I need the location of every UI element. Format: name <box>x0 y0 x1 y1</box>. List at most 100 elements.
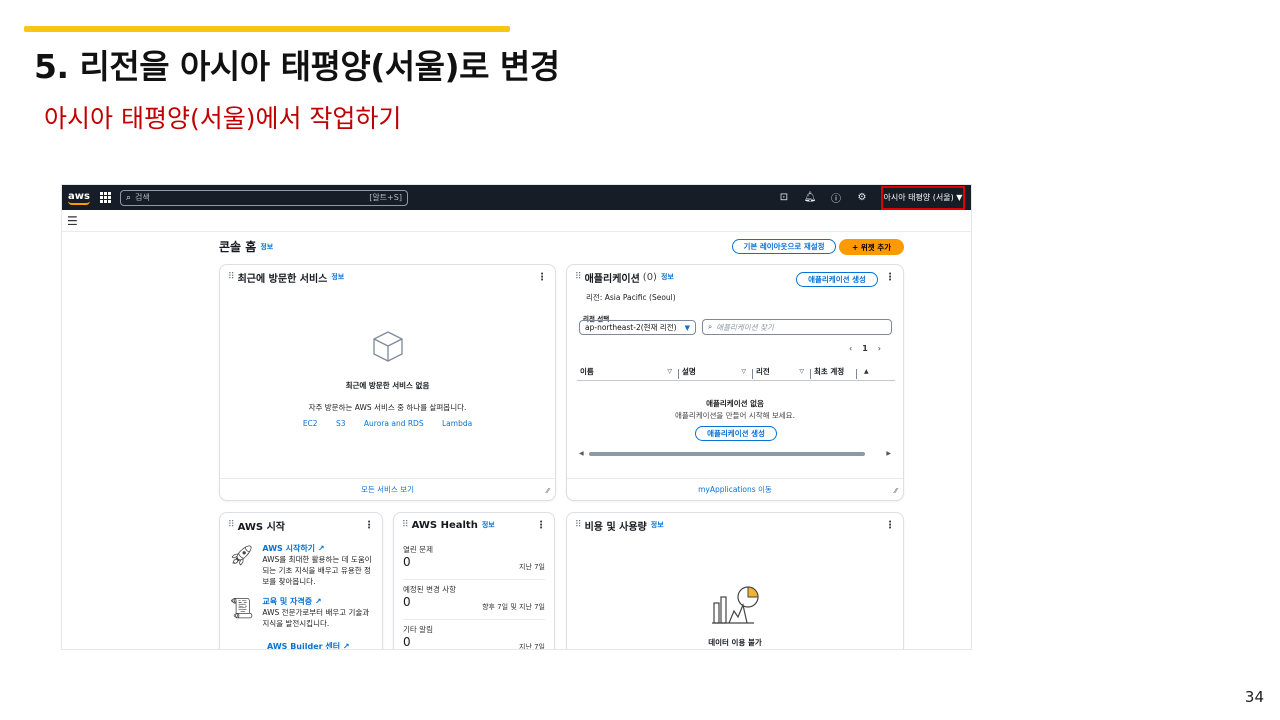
column-description-label: 설명 <box>682 367 696 376</box>
builder-icon: ▬ <box>229 641 259 649</box>
services-grid-icon[interactable] <box>99 191 112 204</box>
sort-icon: ▲ <box>864 368 869 375</box>
empty-create-application-button[interactable]: 애플리케이션 생성 <box>695 426 777 441</box>
card-footer: 모든 서비스 보기 <box>220 478 555 500</box>
card-title: 최근에 방문한 서비스 <box>237 273 328 285</box>
scroll-left-icon[interactable]: ◀ <box>579 450 584 457</box>
search-input[interactable]: ⌕ 검색 [알트+S] <box>119 189 408 206</box>
create-application-button[interactable]: 애플리케이션 생성 <box>796 272 878 287</box>
console-subbar: ☰ <box>62 210 971 232</box>
search-placeholder: 검색 <box>135 193 150 202</box>
resize-handle-icon[interactable]: ⁄⁄ <box>895 487 897 495</box>
card-header: ⠿ AWS 시작 ⋮ <box>220 513 382 537</box>
rocket-icon: 🚀︎ <box>229 543 255 567</box>
info-link[interactable]: 정보 <box>651 520 664 530</box>
health-row-label: 예정된 변경 사항 <box>403 585 457 594</box>
more-options-icon[interactable]: ⋮ <box>536 520 546 531</box>
search-shortcut-hint: [알트+S] <box>369 193 402 202</box>
nav-right-group: ⊡ 🔔︎ ⓘ ⚙ 아시아 태평양 (서울) ▼ <box>771 185 965 210</box>
column-name[interactable]: 이름 ▽ <box>577 366 679 379</box>
region-select-value: ap-northeast-2(현재 리전) <box>585 323 677 332</box>
apps-empty-description: 애플리케이션을 만들어 시작해 보세요. <box>675 411 795 420</box>
region-select[interactable]: ap-northeast-2(현재 리전) ▼ <box>579 320 696 335</box>
more-options-icon[interactable]: ⋮ <box>885 520 895 531</box>
start-item-title[interactable]: 교육 및 자격증 ↗ <box>262 596 373 607</box>
aws-logo[interactable]: aws <box>68 191 90 205</box>
add-widget-button[interactable]: + 위젯 추가 <box>839 239 904 255</box>
current-page[interactable]: 1 <box>862 344 868 353</box>
region-selector[interactable]: 아시아 태평양 (서울) ▼ <box>881 185 965 210</box>
column-region[interactable]: 리전 ▽ <box>753 366 811 379</box>
drag-handle-icon[interactable]: ⠿ <box>575 272 582 282</box>
console-info-link[interactable]: 정보 <box>260 242 273 252</box>
cloudshell-icon[interactable]: ⊡ <box>771 192 797 203</box>
drag-handle-icon[interactable]: ⠿ <box>228 272 235 282</box>
card-header: ⠿ 비용 및 사용량 정보 ⋮ <box>567 513 903 537</box>
reset-layout-button[interactable]: 기본 레이아웃으로 재설정 <box>732 239 836 254</box>
help-icon[interactable]: ⓘ <box>823 190 849 205</box>
start-item-desc: AWS를 최대한 활용하는 데 도움이 되는 기초 지식을 배우고 유용한 정보… <box>262 555 372 586</box>
application-search-placeholder: 애플리케이션 찾기 <box>716 322 774 332</box>
service-link-ec2[interactable]: EC2 <box>303 419 318 428</box>
health-row: 예정된 변경 사항 0 향후 7일 및 지난 7일 <box>403 584 545 620</box>
current-region-text: 리전: Asia Pacific (Seoul) <box>586 293 676 302</box>
gear-icon[interactable]: ⚙ <box>849 192 875 203</box>
info-link[interactable]: 정보 <box>331 272 344 282</box>
empty-title: 최근에 방문한 서비스 없음 <box>345 381 430 390</box>
search-icon: ⌕ <box>708 322 713 331</box>
health-row-period: 지난 7일 <box>519 563 545 571</box>
next-page-icon[interactable]: › <box>878 344 881 353</box>
sort-icon: ▽ <box>741 368 746 375</box>
search-icon: ⌕ <box>125 192 131 203</box>
aws-getting-started-card: ⠿ AWS 시작 ⋮ 🚀︎ AWS 시작하기 ↗ AWS를 최대한 활용하는 데… <box>219 512 383 649</box>
health-row-label: 기타 알림 <box>403 625 433 634</box>
health-row-period: 향후 7일 및 지난 7일 <box>482 603 545 611</box>
service-link-lambda[interactable]: Lambda <box>442 419 472 428</box>
menu-icon[interactable]: ☰ <box>67 214 78 228</box>
empty-state <box>220 329 555 367</box>
bell-icon[interactable]: 🔔︎ <box>797 192 823 203</box>
service-links: EC2 S3 Aurora and RDS Lambda <box>220 419 555 428</box>
column-first-account-label: 최초 계정 <box>814 367 845 376</box>
card-title: AWS Health <box>411 519 478 531</box>
page-title: 콘솔 홈 <box>219 240 257 254</box>
start-item-training: 📜︎ 교육 및 자격증 ↗ AWS 전문가로부터 배우고 기술과 지식을 발전시… <box>229 596 373 629</box>
horizontal-scrollbar[interactable] <box>589 452 865 456</box>
card-title: 비용 및 사용량 <box>584 521 647 533</box>
start-item-title[interactable]: AWS 시작하기 ↗ <box>262 543 373 554</box>
info-link[interactable]: 정보 <box>482 520 495 530</box>
application-search-input[interactable]: ⌕ 애플리케이션 찾기 <box>702 319 892 335</box>
card-title: AWS 시작 <box>237 521 285 533</box>
view-all-services-link[interactable]: 모든 서비스 보기 <box>361 484 414 495</box>
slide-subtitle: 아시아 태평양(서울)에서 작업하기 <box>44 104 402 133</box>
column-first-account[interactable]: 최초 계정 <box>811 366 857 379</box>
resize-handle-icon[interactable]: ⁄⁄ <box>547 487 549 495</box>
scroll-right-icon[interactable]: ▶ <box>886 450 891 457</box>
prev-page-icon[interactable]: ‹ <box>849 344 852 353</box>
more-options-icon[interactable]: ⋮ <box>537 272 547 283</box>
start-item-title[interactable]: AWS Builder 센터 ↗ <box>267 641 350 649</box>
cost-empty-state <box>567 583 903 631</box>
caret-down-icon: ▼ <box>684 323 690 332</box>
column-settings[interactable]: ▲ <box>857 368 895 375</box>
cube-icon <box>372 331 403 362</box>
health-row: 기타 알림 0 지난 7일 <box>403 624 545 649</box>
slide-title: 5. 리전을 아시아 태평양(서울)로 변경 <box>34 47 560 86</box>
column-description[interactable]: 설명 ▽ <box>679 366 753 379</box>
drag-handle-icon[interactable]: ⠿ <box>575 520 582 530</box>
table-header: 이름 ▽ 설명 ▽ 리전 ▽ 최초 계정 ▲ <box>577 363 895 381</box>
applications-card: ⠿ 애플리케이션 (0) 정보 ⋮ 애플리케이션 생성 리전: Asia Pac… <box>566 264 904 501</box>
more-options-icon[interactable]: ⋮ <box>364 520 374 531</box>
myapplications-link[interactable]: myApplications 이동 <box>698 484 772 495</box>
sort-icon: ▽ <box>799 368 804 375</box>
sort-icon: ▽ <box>667 368 672 375</box>
info-link[interactable]: 정보 <box>661 272 674 282</box>
service-link-rds[interactable]: Aurora and RDS <box>364 419 424 428</box>
drag-handle-icon[interactable]: ⠿ <box>402 520 409 530</box>
more-options-icon[interactable]: ⋮ <box>885 272 895 283</box>
cost-usage-card: ⠿ 비용 및 사용량 정보 ⋮ 데이터 이용 불가 <box>566 512 904 649</box>
column-region-label: 리전 <box>756 367 770 376</box>
service-link-s3[interactable]: S3 <box>336 419 346 428</box>
drag-handle-icon[interactable]: ⠿ <box>228 520 235 530</box>
console-header: 콘솔 홈 정보 <box>219 238 273 255</box>
